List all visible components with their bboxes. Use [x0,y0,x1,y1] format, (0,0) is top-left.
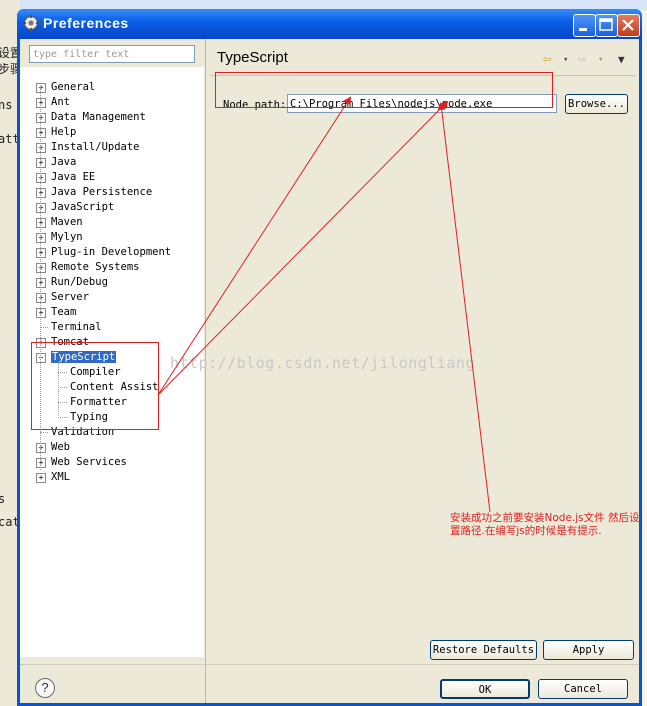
arrow-to-node-path-right [157,100,449,396]
arrow-to-node-path-left [157,96,352,396]
annotation-arrows [157,96,491,513]
arrow-from-note [437,102,491,513]
annotation-note: 安装成功之前要安装Node.js文件 然后设置路径.在编写js的时候是有提示. [450,512,640,537]
